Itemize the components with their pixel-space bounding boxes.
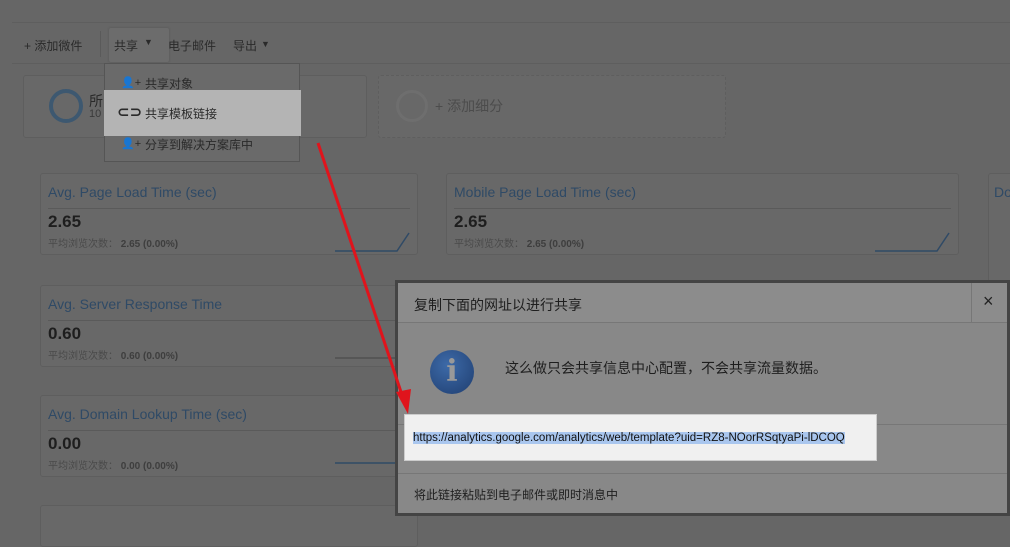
export-button[interactable]: 导出 [233, 37, 257, 54]
widget-title[interactable]: Avg. Page Load Time (sec) [48, 184, 217, 200]
widget-title[interactable]: Mobile Page Load Time (sec) [454, 184, 636, 200]
widget-card: Avg. Server Response Time 0.60 平均浏览次数： 0… [40, 285, 418, 367]
close-icon: × [983, 291, 994, 311]
menu-item-label: 分享到解决方案库中 [145, 138, 254, 152]
share-label: 共享 [114, 39, 139, 53]
widget-title[interactable]: Do [994, 184, 1010, 200]
info-icon: i [430, 350, 474, 394]
widget-value: 2.65 [454, 212, 488, 231]
widget-subtext: 平均浏览次数： 2.65 (0.00%) [48, 239, 179, 250]
add-segment-label: + 添加细分 [435, 98, 504, 114]
widget-card: Avg. Domain Lookup Time (sec) 0.00 平均浏览次… [40, 395, 418, 477]
divider [100, 31, 101, 57]
widget-title[interactable]: Avg. Domain Lookup Time (sec) [48, 406, 247, 422]
widget-card: Avg. Page Load Time (sec) 2.65 平均浏览次数： 2… [40, 173, 418, 255]
share-button[interactable]: 共享 ▼ [109, 28, 169, 62]
share-url-field[interactable]: https://analytics.google.com/analytics/w… [404, 414, 877, 461]
share-url-text[interactable]: https://analytics.google.com/analytics/w… [413, 432, 845, 444]
menu-item-label: 共享模板链接 [145, 107, 218, 121]
email-button[interactable]: 电子邮件 [168, 37, 216, 54]
sparkline [335, 232, 410, 252]
dashboard-toolbar: + 添加微件 共享 ▼ 电子邮件 导出 ▼ [12, 22, 1010, 64]
widget-value: 0.00 [48, 434, 82, 453]
widget-title[interactable]: Avg. Server Response Time [48, 296, 222, 312]
sparkline [875, 232, 950, 252]
dialog-title: 复制下面的网址以进行共享 [414, 297, 582, 313]
widget-card: Do [988, 173, 1010, 285]
segment-count: 10 [89, 108, 102, 120]
segment-ring-icon [49, 89, 83, 123]
chevron-down-icon: ▼ [261, 39, 270, 49]
add-segment-button[interactable]: + 添加细分 [378, 75, 726, 138]
segment-ring-icon [396, 90, 428, 122]
widget-value: 0.60 [48, 324, 82, 343]
widget-card [40, 505, 418, 547]
dialog-footer-hint: 将此链接粘贴到电子邮件或即时消息中 [414, 488, 619, 502]
widget-value: 2.65 [48, 212, 82, 231]
menu-item-share-template-link[interactable]: ⊂⊃ 共享模板链接 [104, 90, 301, 136]
close-button[interactable]: × [971, 283, 1008, 322]
info-message: 这么做只会共享信息中心配置，不会共享流量数据。 [505, 360, 827, 376]
dialog-header: 复制下面的网址以进行共享 × [398, 283, 1007, 323]
link-icon: ⊂⊃ [117, 104, 143, 121]
widget-subtext: 平均浏览次数： 0.00 (0.00%) [48, 461, 179, 472]
share-link-dialog: 复制下面的网址以进行共享 × i 这么做只会共享信息中心配置，不会共享流量数据。… [395, 280, 1010, 516]
divider [398, 473, 1007, 474]
widget-subtext: 平均浏览次数： 2.65 (0.00%) [454, 239, 585, 250]
widget-card: Mobile Page Load Time (sec) 2.65 平均浏览次数：… [446, 173, 959, 255]
add-person-icon: 👤+ [121, 77, 142, 89]
add-widget-button[interactable]: + 添加微件 [24, 37, 82, 54]
chevron-down-icon: ▼ [144, 37, 153, 47]
widget-subtext: 平均浏览次数： 0.60 (0.00%) [48, 351, 179, 362]
add-person-icon: 👤+ [121, 138, 142, 150]
